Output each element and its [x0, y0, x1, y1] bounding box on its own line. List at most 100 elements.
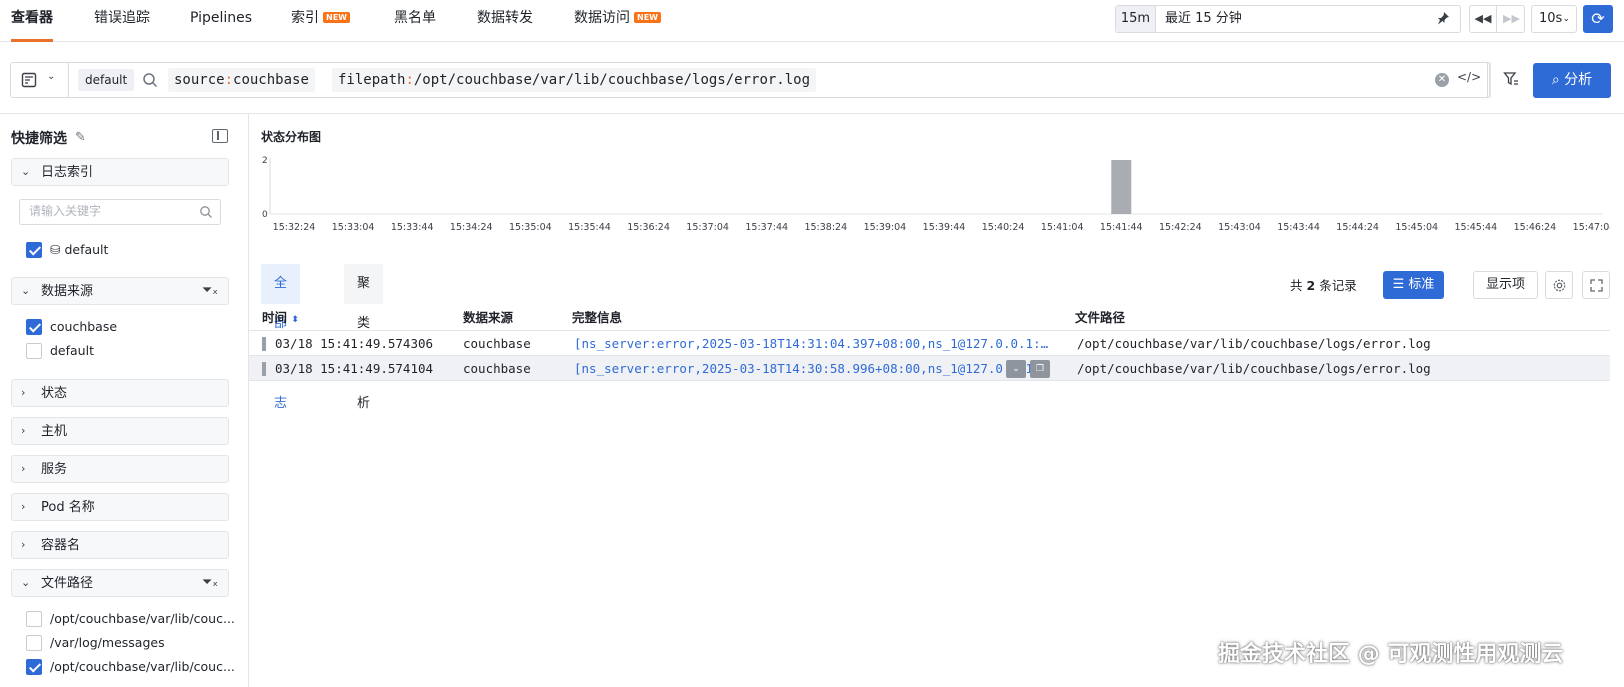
option-filepath-1[interactable]: /opt/couchbase/var/lib/couc...: [26, 609, 241, 629]
time-step-buttons: ◀◀ ▶▶: [1469, 5, 1525, 33]
filter-key: filepath: [338, 72, 406, 88]
fullscreen-button[interactable]: [1582, 271, 1610, 299]
analyze-label: 分析: [1564, 72, 1593, 88]
time-range-picker[interactable]: 15m 最近 15 分钟: [1115, 5, 1461, 33]
tab-index[interactable]: 索引 NEW: [291, 0, 350, 42]
filter-colon: :: [405, 72, 414, 88]
table-row[interactable]: 03/18 15:41:49.574306 couchbase [ns_serv…: [249, 331, 1610, 356]
cell-time: 03/18 15:41:49.574104: [275, 361, 434, 376]
expand-icon: [1590, 279, 1603, 292]
cell-filepath: /opt/couchbase/var/lib/couchbase/logs/er…: [1077, 336, 1431, 351]
rewind-icon[interactable]: ◀◀: [1470, 6, 1497, 32]
standard-view-button[interactable]: ☰ 标准: [1383, 271, 1444, 299]
facet-label: 服务: [41, 462, 68, 477]
time-quick-label[interactable]: 15m: [1116, 6, 1156, 32]
clear-filter-icon[interactable]: ⏷ₓ: [202, 575, 218, 590]
option-label: /opt/couchbase/var/lib/couc...: [50, 611, 235, 626]
checkbox[interactable]: [26, 611, 42, 627]
count-prefix: 共: [1290, 278, 1303, 293]
facet-filepath[interactable]: ⌄ 文件路径 ⏷ₓ: [11, 569, 229, 597]
cell-source: couchbase: [463, 336, 531, 351]
time-range-text: 最近 15 分钟: [1165, 11, 1242, 26]
x-tick-label: 15:37:44: [745, 222, 788, 233]
chevron-right-icon: ›: [21, 538, 26, 551]
cell-filepath: /opt/couchbase/var/lib/couchbase/logs/er…: [1077, 361, 1431, 376]
analyze-button[interactable]: ⌕ 分析: [1533, 63, 1611, 98]
code-icon[interactable]: </>: [1457, 70, 1481, 84]
chart-bar: [1111, 160, 1132, 214]
refresh-button[interactable]: ⟳: [1583, 5, 1613, 33]
facet-source[interactable]: ⌄ 数据来源 ⏷ₓ: [11, 277, 229, 305]
checkbox[interactable]: [26, 659, 42, 675]
option-filepath-2[interactable]: /var/log/messages: [26, 633, 241, 653]
tab-data-access[interactable]: 数据访问 NEW: [574, 0, 661, 42]
tab-blacklist[interactable]: 黑名单: [394, 0, 436, 42]
watermark: 掘金技术社区 @ 可观测性用观测云: [1218, 642, 1564, 667]
pin-icon[interactable]: [1436, 11, 1452, 27]
clear-filter-icon[interactable]: ⏷ₓ: [202, 283, 218, 298]
count-suffix: 条记录: [1319, 278, 1357, 293]
tab-viewer[interactable]: 查看器: [11, 0, 53, 42]
settings-button[interactable]: [1545, 271, 1573, 299]
refresh-interval-select[interactable]: 10s ⌄: [1531, 5, 1577, 33]
tab-label: 黑名单: [394, 10, 436, 26]
facet-label: 主机: [41, 424, 68, 439]
cell-message[interactable]: [ns_server:error,2025-03-18T14:30:58.996…: [574, 356, 1052, 381]
expand-row-icon[interactable]: ⌄: [1006, 360, 1026, 378]
facet-log-index[interactable]: ⌄ 日志索引: [11, 158, 229, 186]
facet-container[interactable]: › 容器名: [11, 531, 229, 559]
tab-cluster-analysis[interactable]: 聚类分析: [344, 264, 384, 411]
x-tick-label: 15:37:04: [686, 222, 729, 233]
list-icon: ☰: [1392, 277, 1409, 292]
x-tick-label: 15:32:24: [273, 222, 316, 233]
option-couchbase[interactable]: couchbase: [26, 317, 226, 337]
new-badge: NEW: [323, 12, 350, 23]
table-row[interactable]: 03/18 15:41:49.574104 couchbase [ns_serv…: [249, 356, 1610, 381]
filter-settings-button[interactable]: [1490, 62, 1530, 98]
column-filepath[interactable]: 文件路径: [1075, 305, 1125, 331]
divider: [0, 113, 1624, 114]
tab-data-forward[interactable]: 数据转发: [477, 0, 533, 42]
copy-icon[interactable]: ❐: [1030, 360, 1050, 378]
index-icon: ⛁: [50, 242, 65, 257]
query-mode-button[interactable]: ⌄: [11, 63, 69, 97]
x-tick-label: 15:33:04: [332, 222, 375, 233]
collapse-sidebar-icon[interactable]: [212, 129, 228, 143]
keyword-input[interactable]: [29, 204, 189, 218]
sort-icon[interactable]: ⬍: [291, 315, 299, 325]
display-columns-button[interactable]: 显示项: [1473, 271, 1538, 299]
refresh-icon: ⟳: [1591, 9, 1605, 28]
facet-pod[interactable]: › Pod 名称: [11, 493, 229, 521]
index-tag[interactable]: default: [78, 69, 135, 91]
tab-error-tracking[interactable]: 错误追踪: [94, 0, 150, 42]
filter-chip-source[interactable]: source:couchbase: [168, 68, 315, 92]
clear-icon[interactable]: ✕: [1435, 73, 1449, 87]
checkbox[interactable]: [26, 635, 42, 651]
checkbox[interactable]: [26, 319, 42, 335]
facet-status[interactable]: › 状态: [11, 379, 229, 407]
tab-pipelines[interactable]: Pipelines: [190, 0, 252, 42]
column-label: 时间: [262, 310, 288, 325]
x-tick-label: 15:41:04: [1041, 222, 1084, 233]
x-tick-label: 15:43:04: [1218, 222, 1261, 233]
facet-service[interactable]: › 服务: [11, 455, 229, 483]
filter-chip-filepath[interactable]: filepath:/opt/couchbase/var/lib/couchbas…: [332, 68, 817, 92]
option-filepath-3[interactable]: /opt/couchbase/var/lib/couc...: [26, 657, 241, 677]
refresh-interval-value: 10s: [1539, 11, 1563, 26]
facet-host[interactable]: › 主机: [11, 417, 229, 445]
option-default-index[interactable]: ⛁ default: [26, 240, 226, 260]
checkbox[interactable]: [26, 242, 42, 258]
checkbox[interactable]: [26, 343, 42, 359]
edit-icon[interactable]: ✎: [75, 130, 86, 145]
column-source[interactable]: 数据来源: [463, 305, 513, 331]
column-message[interactable]: 完整信息: [572, 305, 622, 331]
option-default-source[interactable]: default: [26, 341, 226, 361]
x-tick-label: 15:45:04: [1395, 222, 1438, 233]
facet-label: 日志索引: [41, 165, 94, 180]
cell-message[interactable]: [ns_server:error,2025-03-18T14:31:04.397…: [574, 331, 1052, 356]
quick-filter-title: 快捷筛选: [11, 131, 67, 147]
column-time[interactable]: 时间 ⬍: [262, 305, 299, 333]
x-tick-label: 15:35:04: [509, 222, 552, 233]
tab-all-logs[interactable]: 全部日志: [261, 264, 301, 411]
forward-icon[interactable]: ▶▶: [1498, 6, 1525, 32]
